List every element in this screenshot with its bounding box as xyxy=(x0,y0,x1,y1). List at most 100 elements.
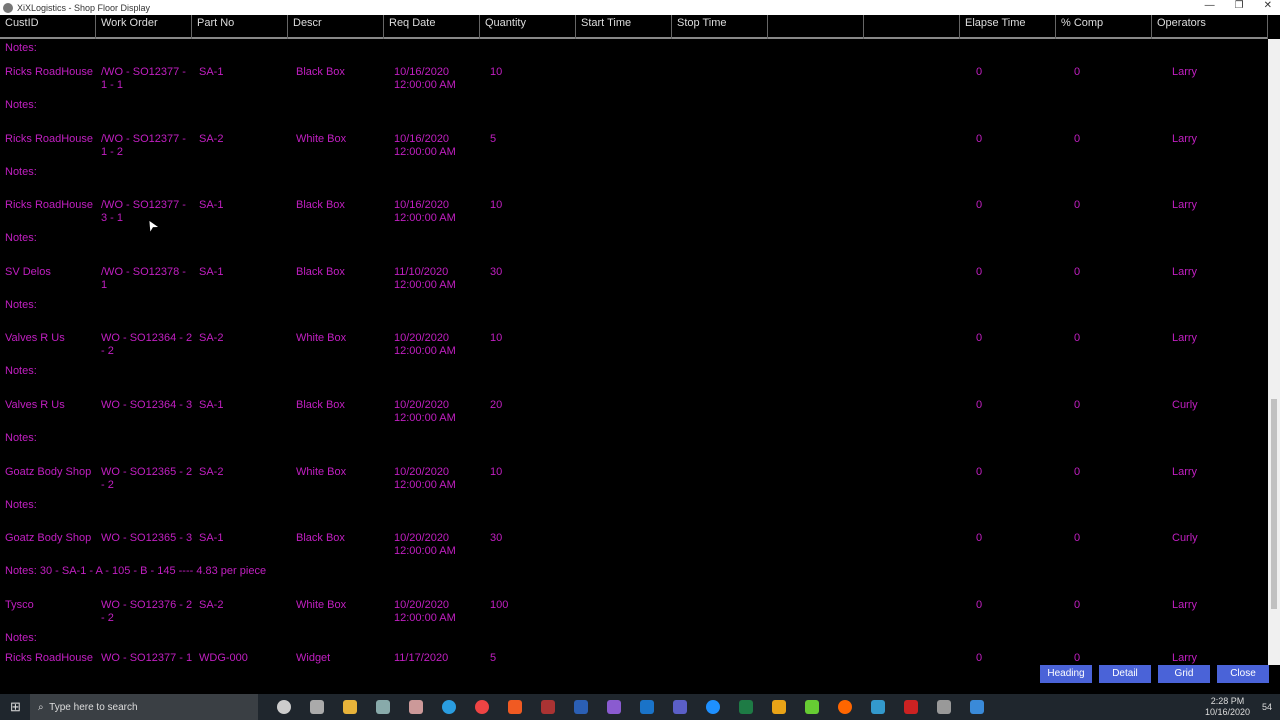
row-notes: Notes: xyxy=(5,99,37,111)
row-date: 10/20/2020 xyxy=(394,598,450,611)
edge-icon[interactable] xyxy=(442,700,456,714)
mouse-cursor-icon: ➤ xyxy=(141,216,162,235)
column-header-3[interactable]: Descr xyxy=(288,15,384,39)
row-op: Larry xyxy=(1172,132,1198,145)
row-notes: Notes: xyxy=(5,498,37,511)
row-comp: 0 xyxy=(1074,598,1081,611)
row-cust: Ricks RoadHouse xyxy=(5,132,94,145)
row-wo[interactable]: WO - SO12377 - 1 xyxy=(101,652,192,665)
column-header-8[interactable] xyxy=(768,15,864,39)
row-comp: 0 xyxy=(1074,465,1081,478)
row-qty: 10 xyxy=(490,199,503,212)
visual-studio-icon[interactable] xyxy=(607,700,621,714)
heading-button[interactable]: Heading xyxy=(1040,665,1092,683)
row-date: 11/10/2020 xyxy=(394,265,449,278)
row-part: SA-2 xyxy=(199,465,224,478)
row-notes: Notes: xyxy=(5,298,37,311)
row-op: Larry xyxy=(1172,652,1198,664)
file-explorer-icon[interactable] xyxy=(343,700,357,714)
row-comp: 0 xyxy=(1074,532,1081,545)
row-wo[interactable]: WO - SO12365 - 3 xyxy=(101,532,192,545)
row-notes: Notes: xyxy=(5,432,37,444)
column-header-11[interactable]: % Comp xyxy=(1056,15,1152,39)
row-comp: 0 xyxy=(1074,332,1081,345)
chrome-icon[interactable] xyxy=(475,700,489,714)
row-qty: 5 xyxy=(490,652,497,664)
row-part: SA-2 xyxy=(199,132,224,145)
row-wo[interactable]: WO - SO12365 - 2 xyxy=(101,466,192,479)
row-cust: SV Delos xyxy=(5,265,51,278)
active-app-icon[interactable] xyxy=(970,700,984,714)
row-elapse: 0 xyxy=(976,199,983,212)
close-button[interactable]: Close xyxy=(1217,665,1269,683)
row-time: 12:00:00 AM xyxy=(394,212,456,225)
vertical-scrollbar[interactable] xyxy=(1268,39,1280,665)
taskbar-search[interactable]: ⌕ Type here to search xyxy=(30,694,258,720)
row-date: 10/16/2020 xyxy=(394,132,450,145)
row-elapse: 0 xyxy=(976,652,983,664)
row-elapse: 0 xyxy=(976,265,983,278)
column-header-7[interactable]: Stop Time xyxy=(672,15,768,39)
row-elapse: 0 xyxy=(976,465,983,478)
teams-icon[interactable] xyxy=(673,700,687,714)
cortana-icon[interactable] xyxy=(277,700,291,714)
row-qty: 30 xyxy=(490,532,503,545)
row-descr: Black Box xyxy=(296,532,345,545)
row-cust: Tysco xyxy=(5,598,34,611)
clock[interactable]: 2:28 PM 10/16/2020 xyxy=(1205,696,1250,718)
grid-button[interactable]: Grid xyxy=(1158,665,1210,683)
brave-icon[interactable] xyxy=(508,700,522,714)
search-tool-icon[interactable] xyxy=(772,700,786,714)
detail-button[interactable]: Detail xyxy=(1099,665,1151,683)
row-wo2: 3 - 1 xyxy=(101,212,124,225)
row-op: Curly xyxy=(1172,532,1198,545)
calculator-icon[interactable] xyxy=(376,700,390,714)
row-cust: Goatz Body Shop xyxy=(5,532,92,545)
row-cust: Ricks RoadHouse xyxy=(5,66,94,78)
row-notes: Notes: 30 - SA-1 - A - 105 - B - 145 ---… xyxy=(5,565,267,578)
skype-icon[interactable] xyxy=(706,700,720,714)
app-icon-blue[interactable] xyxy=(871,700,885,714)
excel-icon[interactable] xyxy=(739,700,753,714)
row-wo[interactable]: /WO - SO12377 - xyxy=(101,133,186,146)
minimize-button[interactable]: — xyxy=(1205,0,1215,11)
column-header-1[interactable]: Work Order xyxy=(96,15,192,39)
column-header-4[interactable]: Req Date xyxy=(384,15,480,39)
row-qty: 30 xyxy=(490,265,503,278)
scrollbar-thumb[interactable] xyxy=(1271,399,1277,609)
row-op: Larry xyxy=(1172,332,1198,345)
row-time: 12:00:00 AM xyxy=(394,79,456,91)
row-date: 10/20/2020 xyxy=(394,332,450,345)
row-wo[interactable]: /WO - SO12377 - xyxy=(101,199,186,212)
column-header-6[interactable]: Start Time xyxy=(576,15,672,39)
snipping-icon[interactable] xyxy=(409,700,423,714)
column-header-10[interactable]: Elapse Time xyxy=(960,15,1056,39)
notification-badge[interactable]: 54 xyxy=(1262,702,1272,712)
column-header-9[interactable] xyxy=(864,15,960,39)
app-icon-green[interactable] xyxy=(805,700,819,714)
column-header-12[interactable]: Operators xyxy=(1152,15,1268,39)
restore-button[interactable]: ❐ xyxy=(1235,0,1244,11)
close-window-button[interactable]: ✕ xyxy=(1264,0,1272,11)
outlook-icon[interactable] xyxy=(640,700,654,714)
row-wo[interactable]: WO - SO12376 - 2 xyxy=(101,599,192,612)
acrobat-icon[interactable] xyxy=(904,700,918,714)
row-qty: 10 xyxy=(490,332,503,345)
column-header-0[interactable]: CustID xyxy=(0,15,96,39)
column-header-2[interactable]: Part No xyxy=(192,15,288,39)
row-wo[interactable]: WO - SO12364 - 3 xyxy=(101,399,192,412)
row-wo[interactable]: /WO - SO12377 - xyxy=(101,66,186,79)
row-part: SA-1 xyxy=(199,66,224,78)
row-date: 11/17/2020 xyxy=(394,652,449,664)
row-part: SA-1 xyxy=(199,265,224,278)
row-wo[interactable]: WO - SO12364 - 2 xyxy=(101,332,192,345)
settings-icon[interactable] xyxy=(937,700,951,714)
window-title: XiXLogistics - Shop Floor Display xyxy=(17,2,151,13)
windows-start-icon[interactable]: ⊞ xyxy=(10,699,21,715)
task-view-icon[interactable] xyxy=(310,700,324,714)
column-header-5[interactable]: Quantity xyxy=(480,15,576,39)
word-icon[interactable] xyxy=(574,700,588,714)
app-icon-orange[interactable] xyxy=(838,700,852,714)
row-wo[interactable]: /WO - SO12378 - xyxy=(101,266,186,279)
access-icon[interactable] xyxy=(541,700,555,714)
